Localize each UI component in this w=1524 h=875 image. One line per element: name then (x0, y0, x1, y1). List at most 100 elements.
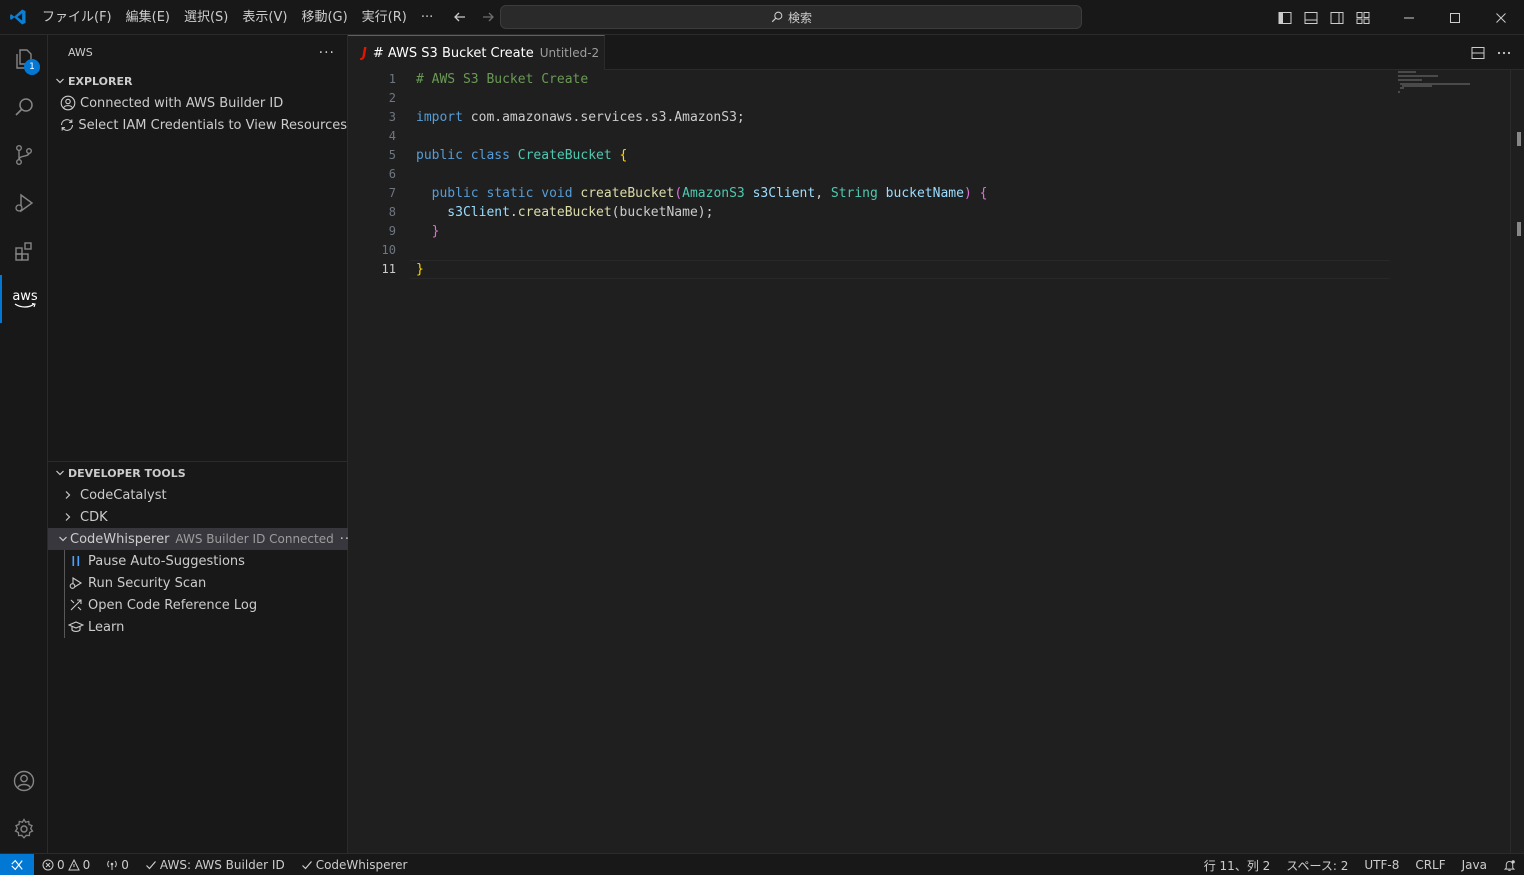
line-number: 3 (388, 110, 396, 124)
aws-sidebar: AWS ··· EXPLORER Connected with AWS Buil… (48, 35, 354, 853)
menu-run[interactable]: 実行(R) (355, 0, 414, 35)
menu-selection[interactable]: 選択(S) (177, 0, 235, 35)
code-token: s3Client (752, 186, 816, 201)
menu-bar: ファイル(F) 編集(E) 選択(S) 表示(V) 移動(G) 実行(R) ··… (35, 0, 440, 35)
code-token: ) { (963, 186, 988, 201)
editor-tab-bar: J # AWS S3 Bucket Create Untitled-2 (348, 35, 1524, 70)
toggle-secondary-sidebar-icon[interactable] (1324, 0, 1350, 35)
tree-item-connected[interactable]: Connected with AWS Builder ID (48, 92, 347, 114)
tree-item-label: CodeCatalyst (80, 487, 167, 503)
tree-item-run-security-scan[interactable]: Run Security Scan (48, 572, 348, 594)
developer-tools-section-header[interactable]: DEVELOPER TOOLS (48, 462, 348, 484)
accounts-icon[interactable] (0, 757, 48, 805)
tree-item-pause-suggestions[interactable]: Pause Auto-Suggestions (48, 550, 348, 572)
code-token: bucketName (885, 186, 964, 201)
sidebar-title: AWS (68, 46, 93, 59)
code-line[interactable]: s3Client.createBucket(bucketName); (416, 203, 987, 222)
codewhisperer-status-desc: AWS Builder ID Connected (175, 532, 334, 546)
sidebar-more-actions[interactable]: ··· (319, 45, 335, 61)
tree-item-open-code-reference-log[interactable]: Open Code Reference Log (48, 594, 348, 616)
toggle-panel-icon[interactable] (1298, 0, 1324, 35)
tree-item-learn[interactable]: Learn (48, 616, 348, 638)
language-mode-status[interactable]: Java (1454, 854, 1495, 875)
tree-item-label: Learn (88, 619, 125, 635)
minimap[interactable] (1396, 70, 1506, 170)
search-view-icon[interactable] (0, 83, 48, 131)
aws-toolkit-icon[interactable]: aws (0, 275, 48, 323)
code-reference-icon (66, 597, 86, 613)
customize-layout-icon[interactable] (1350, 0, 1376, 35)
code-token: (bucketName); (611, 205, 714, 220)
editor-more-actions-icon[interactable] (1496, 45, 1512, 61)
code-editor[interactable]: 1 2 3 4 5 6 7 8 9 10 11 # AWS S3 Bucket Create imp… (348, 70, 1524, 853)
close-window-icon[interactable] (1478, 0, 1524, 35)
tree-item-select-iam[interactable]: Select IAM Credentials to View Resources (48, 114, 347, 136)
run-debug-icon[interactable] (0, 179, 48, 227)
problems-status[interactable]: 0 0 (34, 854, 98, 875)
forward-arrow-icon[interactable] (478, 7, 498, 27)
tree-item-label: CodeWhisperer (70, 531, 170, 547)
tree-item-label: Run Security Scan (88, 575, 207, 591)
line-number: 8 (388, 205, 396, 219)
tree-item-codewhisperer[interactable]: CodeWhisperer AWS Builder ID Connected ·… (48, 528, 354, 550)
vertical-scrollbar[interactable] (1510, 70, 1524, 853)
chevron-right-icon (58, 487, 78, 503)
code-line[interactable]: public static void createBucket(AmazonS3… (416, 184, 988, 203)
tree-item-codecatalyst[interactable]: CodeCatalyst (48, 484, 348, 506)
indentation-status[interactable]: スペース: 2 (1278, 854, 1356, 875)
code-line[interactable] (416, 89, 987, 108)
split-editor-icon[interactable] (1470, 45, 1486, 61)
maximize-window-icon[interactable] (1432, 0, 1478, 35)
cursor-position-status[interactable]: 行 11、列 2 (1196, 854, 1279, 875)
line-number: 7 (388, 186, 396, 200)
search-icon (770, 10, 784, 24)
back-arrow-icon[interactable] (450, 7, 470, 27)
tree-item-label: Pause Auto-Suggestions (88, 553, 245, 569)
code-token: # AWS S3 Bucket Create (416, 72, 589, 87)
menu-go[interactable]: 移動(G) (294, 0, 354, 35)
code-token: import (416, 110, 471, 125)
broadcast-icon (106, 859, 118, 871)
codewhisperer-status[interactable]: CodeWhisperer (293, 854, 416, 875)
code-token: { (619, 148, 628, 163)
code-token: ( (674, 186, 683, 201)
menu-edit[interactable]: 編集(E) (119, 0, 177, 35)
code-line[interactable]: } (416, 222, 987, 241)
eol-status[interactable]: CRLF (1407, 854, 1453, 875)
tree-item-cdk[interactable]: CDK (48, 506, 348, 528)
learn-icon (66, 619, 86, 635)
remote-indicator-icon[interactable] (0, 853, 34, 875)
tab-untitled-2[interactable]: J # AWS S3 Bucket Create Untitled-2 (348, 35, 605, 70)
codewhisperer-label: CodeWhisperer (315, 857, 408, 872)
code-line[interactable] (416, 165, 987, 184)
settings-gear-icon[interactable] (0, 805, 48, 853)
explorer-icon[interactable]: 1 (0, 35, 48, 83)
menu-file[interactable]: ファイル(F) (35, 0, 119, 35)
command-search[interactable]: 検索 (500, 5, 1082, 29)
encoding-status[interactable]: UTF-8 (1356, 854, 1407, 875)
ports-status[interactable]: 0 (98, 854, 137, 875)
code-line[interactable] (416, 241, 987, 260)
line-number: 10 (381, 243, 396, 257)
code-line[interactable]: public class CreateBucket { (416, 146, 987, 165)
code-line[interactable]: import com.amazonaws.services.s3.AmazonS… (416, 108, 987, 127)
chevron-down-icon (52, 73, 68, 89)
menu-more[interactable]: ··· (414, 0, 440, 35)
security-scan-icon (66, 575, 86, 591)
title-bar: ファイル(F) 編集(E) 選択(S) 表示(V) 移動(G) 実行(R) ··… (0, 0, 1524, 35)
toggle-primary-sidebar-icon[interactable] (1272, 0, 1298, 35)
explorer-section-title: EXPLORER (68, 74, 133, 88)
code-line[interactable]: # AWS S3 Bucket Create (416, 70, 987, 89)
source-control-icon[interactable] (0, 131, 48, 179)
line-number: 1 (388, 72, 396, 86)
notifications-bell-icon[interactable] (1495, 854, 1524, 875)
menu-view[interactable]: 表示(V) (235, 0, 294, 35)
aws-connection-status[interactable]: AWS: AWS Builder ID (137, 854, 293, 875)
explorer-section-header[interactable]: EXPLORER (48, 70, 347, 92)
warning-icon (67, 858, 80, 871)
code-line[interactable]: } (416, 260, 987, 279)
extensions-icon[interactable] (0, 227, 48, 275)
code-content[interactable]: # AWS S3 Bucket Create import com.amazon… (416, 70, 987, 279)
minimize-window-icon[interactable] (1386, 0, 1432, 35)
code-line[interactable] (416, 127, 987, 146)
